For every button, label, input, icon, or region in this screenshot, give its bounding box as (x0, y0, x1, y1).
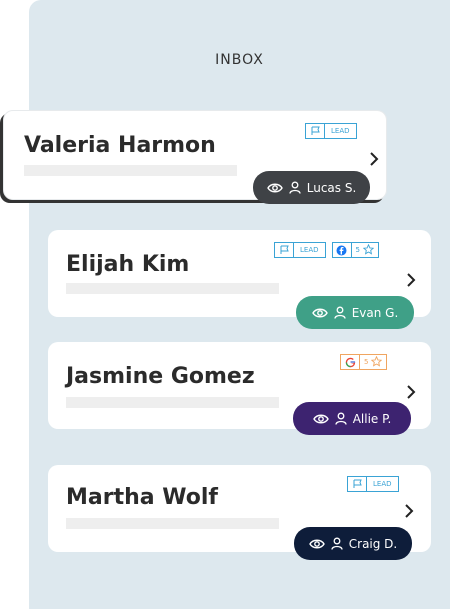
google-rating-tag: 5 (340, 354, 388, 370)
conversation-card[interactable]: Martha Wolf LEAD Craig D. (48, 465, 431, 560)
rating-value: 5 (355, 246, 360, 254)
eye-icon (312, 413, 329, 425)
assignee-name: Craig D. (348, 536, 398, 551)
eye-icon (266, 182, 283, 194)
chevron-right-icon[interactable] (404, 503, 414, 519)
star-icon (371, 355, 383, 369)
conversation-card[interactable]: Elijah Kim LEAD 5 Evan G. (48, 230, 431, 329)
user-icon (289, 181, 301, 194)
eye-icon (308, 538, 325, 550)
assignee-name: Allie P. (352, 411, 392, 426)
assignee-name: Evan G. (351, 305, 399, 320)
flag-icon (348, 477, 367, 491)
lead-tag-label: LEAD (373, 480, 392, 488)
eye-icon (311, 307, 328, 319)
message-preview-placeholder (66, 518, 279, 529)
assignee-pill[interactable]: Allie P. (293, 402, 411, 435)
contact-name: Valeria Harmon (24, 133, 216, 158)
assignee-pill[interactable]: Craig D. (294, 527, 412, 560)
conversation-card[interactable]: Valeria Harmon LEAD Lucas S. (3, 110, 387, 204)
user-icon (331, 537, 343, 550)
lead-tag-label: LEAD (300, 246, 319, 254)
flag-icon (306, 124, 325, 138)
rating-value: 5 (364, 358, 369, 366)
lead-tag-label: LEAD (331, 127, 350, 135)
inbox-title: INBOX (215, 52, 264, 68)
message-preview-placeholder (66, 397, 279, 408)
google-icon (341, 355, 360, 369)
facebook-rating-tag: 5 (331, 242, 379, 258)
user-icon (334, 306, 346, 319)
assignee-pill[interactable]: Lucas S. (253, 171, 370, 204)
user-icon (335, 412, 347, 425)
chevron-right-icon[interactable] (406, 272, 416, 288)
message-preview-placeholder (24, 165, 237, 176)
facebook-icon (333, 243, 352, 257)
contact-name: Martha Wolf (66, 485, 218, 510)
message-preview-placeholder (66, 283, 279, 294)
star-icon (362, 243, 375, 257)
conversation-card[interactable]: Jasmine Gomez 5 Allie P. (48, 342, 431, 435)
flag-icon (275, 243, 294, 257)
contact-name: Elijah Kim (66, 252, 190, 277)
chevron-right-icon[interactable] (406, 384, 416, 400)
lead-tag: LEAD (347, 476, 399, 492)
lead-tag: LEAD (305, 123, 357, 139)
lead-tag: LEAD (274, 242, 326, 258)
chevron-right-icon[interactable] (369, 151, 379, 167)
assignee-pill[interactable]: Evan G. (296, 296, 414, 329)
contact-name: Jasmine Gomez (66, 364, 255, 389)
assignee-name: Lucas S. (306, 180, 357, 195)
